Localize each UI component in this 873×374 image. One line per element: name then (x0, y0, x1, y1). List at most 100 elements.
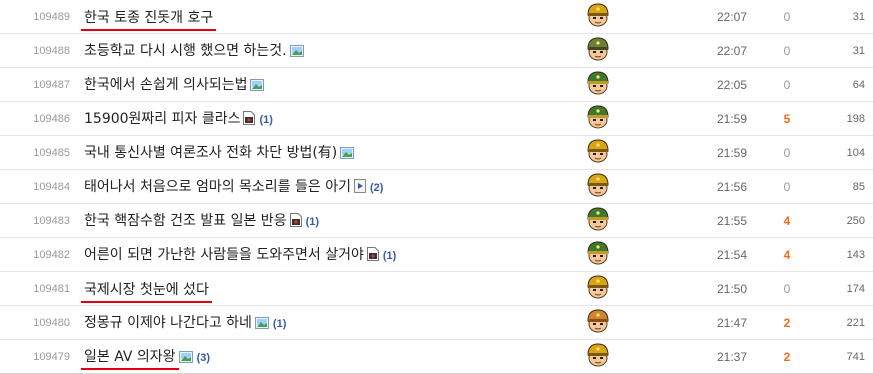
author-avatar-icon[interactable] (585, 70, 611, 100)
author-avatar-icon[interactable] (585, 104, 611, 134)
post-number: 109486 (0, 101, 77, 136)
author-cell[interactable] (574, 67, 622, 102)
view-count: 741 (807, 339, 873, 374)
comment-count[interactable]: (2) (370, 182, 383, 194)
post-time: 21:37 (622, 339, 767, 374)
table-row: 109489 한국 토종 진돗개 호구 22:07 0 31 (0, 0, 873, 34)
post-time: 22:07 (622, 33, 767, 68)
post-title-link[interactable]: 초등학교 다시 시행 했으면 하는것. (84, 40, 287, 60)
author-cell[interactable] (574, 101, 622, 136)
post-number: 109482 (0, 237, 77, 272)
post-title-cell[interactable]: 한국에서 손쉽게 의사되는법 (77, 67, 574, 102)
post-title-cell[interactable]: 국제시장 첫눈에 섰다 (77, 271, 574, 306)
author-avatar-icon[interactable] (585, 308, 611, 338)
view-count: 221 (807, 305, 873, 340)
author-avatar-icon[interactable] (585, 2, 611, 32)
post-title-cell[interactable]: 정몽규 이제야 나간다고 하네 (1) (77, 305, 574, 340)
author-avatar-icon[interactable] (585, 172, 611, 202)
author-avatar-icon[interactable] (585, 138, 611, 168)
table-row: 109488 초등학교 다시 시행 했으면 하는것. 22:07 0 31 (0, 33, 873, 68)
vote-count: 2 (767, 305, 807, 340)
author-cell[interactable] (574, 271, 622, 306)
post-title-cell[interactable]: 한국 토종 진돗개 호구 (77, 0, 574, 34)
comment-count[interactable]: (3) (197, 352, 210, 364)
view-count: 174 (807, 271, 873, 306)
vote-count: 4 (767, 203, 807, 238)
author-avatar-icon[interactable] (585, 274, 611, 304)
post-title-link[interactable]: 한국 핵잠수함 건조 발표 일본 반응 (84, 210, 287, 230)
comment-count[interactable]: (1) (383, 250, 396, 262)
post-title-cell[interactable]: 국내 통신사별 여론조사 전화 차단 방법(有) (77, 135, 574, 170)
view-count: 31 (807, 0, 873, 34)
vote-count: 0 (767, 0, 807, 34)
post-number: 109480 (0, 305, 77, 340)
post-title-cell[interactable]: 일본 AV 의자왕 (3) (77, 339, 574, 374)
post-title-link[interactable]: 한국 토종 진돗개 호구 (80, 7, 217, 31)
vote-count: 0 (767, 169, 807, 204)
vote-count: 2 (767, 339, 807, 374)
author-avatar-icon[interactable] (585, 206, 611, 236)
table-row: 109486 15900원짜리 피자 클라스 (1) 21:59 5 198 (0, 101, 873, 136)
photo-attachment-icon (289, 213, 302, 231)
table-row: 109482 어른이 되면 가난한 사람들을 도와주면서 살거야 (1) 21:54 4… (0, 237, 873, 272)
author-cell[interactable] (574, 339, 622, 374)
comment-count[interactable]: (1) (273, 318, 286, 330)
view-count: 64 (807, 67, 873, 102)
author-cell[interactable] (574, 203, 622, 238)
post-title-cell[interactable]: 어른이 되면 가난한 사람들을 도와주면서 살거야 (1) (77, 237, 574, 272)
post-time: 21:50 (622, 271, 767, 306)
post-number: 109485 (0, 135, 77, 170)
post-number: 109481 (0, 271, 77, 306)
post-title-cell[interactable]: 15900원짜리 피자 클라스 (1) (77, 101, 574, 136)
author-cell[interactable] (574, 237, 622, 272)
video-attachment-icon (353, 179, 366, 197)
author-cell[interactable] (574, 135, 622, 170)
author-cell[interactable] (574, 169, 622, 204)
post-time: 21:59 (622, 135, 767, 170)
post-time: 21:59 (622, 101, 767, 136)
post-time: 22:05 (622, 67, 767, 102)
post-list-body: 109489 한국 토종 진돗개 호구 22:07 0 31 109488 초등학교 다시 … (0, 0, 873, 374)
vote-count: 0 (767, 33, 807, 68)
comment-count[interactable]: (1) (306, 216, 319, 228)
vote-count: 0 (767, 135, 807, 170)
table-row: 109487 한국에서 손쉽게 의사되는법 22:05 0 64 (0, 67, 873, 102)
post-title-cell[interactable]: 태어나서 처음으로 엄마의 목소리를 들은 아기 (2) (77, 169, 574, 204)
post-title-link[interactable]: 일본 AV 의자왕 (81, 346, 179, 370)
post-title-link[interactable]: 국제시장 첫눈에 섰다 (81, 279, 212, 303)
post-title-link[interactable]: 한국에서 손쉽게 의사되는법 (84, 74, 247, 94)
vote-count: 5 (767, 101, 807, 136)
image-attachment-icon (289, 45, 304, 61)
post-time: 22:07 (622, 0, 767, 34)
post-time: 21:47 (622, 305, 767, 340)
post-title-link[interactable]: 태어나서 처음으로 엄마의 목소리를 들은 아기 (84, 176, 351, 196)
post-number: 109489 (0, 0, 77, 34)
post-list: 109489 한국 토종 진돗개 호구 22:07 0 31 109488 초등학교 다시 … (0, 0, 873, 374)
image-attachment-icon (178, 351, 193, 367)
view-count: 104 (807, 135, 873, 170)
post-title-link[interactable]: 어른이 되면 가난한 사람들을 도와주면서 살거야 (84, 244, 364, 264)
table-row: 109484 태어나서 처음으로 엄마의 목소리를 들은 아기 (2) 21:56 0 8… (0, 169, 873, 204)
post-number: 109488 (0, 33, 77, 68)
post-number: 109479 (0, 339, 77, 374)
photo-attachment-icon (366, 247, 379, 265)
post-number: 109483 (0, 203, 77, 238)
comment-count[interactable]: (1) (259, 114, 272, 126)
post-title-link[interactable]: 국내 통신사별 여론조사 전화 차단 방법(有) (84, 142, 337, 162)
table-row: 109485 국내 통신사별 여론조사 전화 차단 방법(有) 21:59 0 104 (0, 135, 873, 170)
view-count: 143 (807, 237, 873, 272)
author-cell[interactable] (574, 305, 622, 340)
post-title-cell[interactable]: 초등학교 다시 시행 했으면 하는것. (77, 33, 574, 68)
author-avatar-icon[interactable] (585, 342, 611, 372)
post-title-link[interactable]: 15900원짜리 피자 클라스 (84, 108, 240, 128)
author-avatar-icon[interactable] (585, 240, 611, 270)
author-avatar-icon[interactable] (585, 36, 611, 66)
table-row: 109483 한국 핵잠수함 건조 발표 일본 반응 (1) 21:55 4 250 (0, 203, 873, 238)
post-title-cell[interactable]: 한국 핵잠수함 건조 발표 일본 반응 (1) (77, 203, 574, 238)
view-count: 31 (807, 33, 873, 68)
post-number: 109487 (0, 67, 77, 102)
image-attachment-icon (340, 147, 355, 163)
author-cell[interactable] (574, 33, 622, 68)
post-title-link[interactable]: 정몽규 이제야 나간다고 하네 (84, 312, 252, 332)
author-cell[interactable] (574, 0, 622, 34)
